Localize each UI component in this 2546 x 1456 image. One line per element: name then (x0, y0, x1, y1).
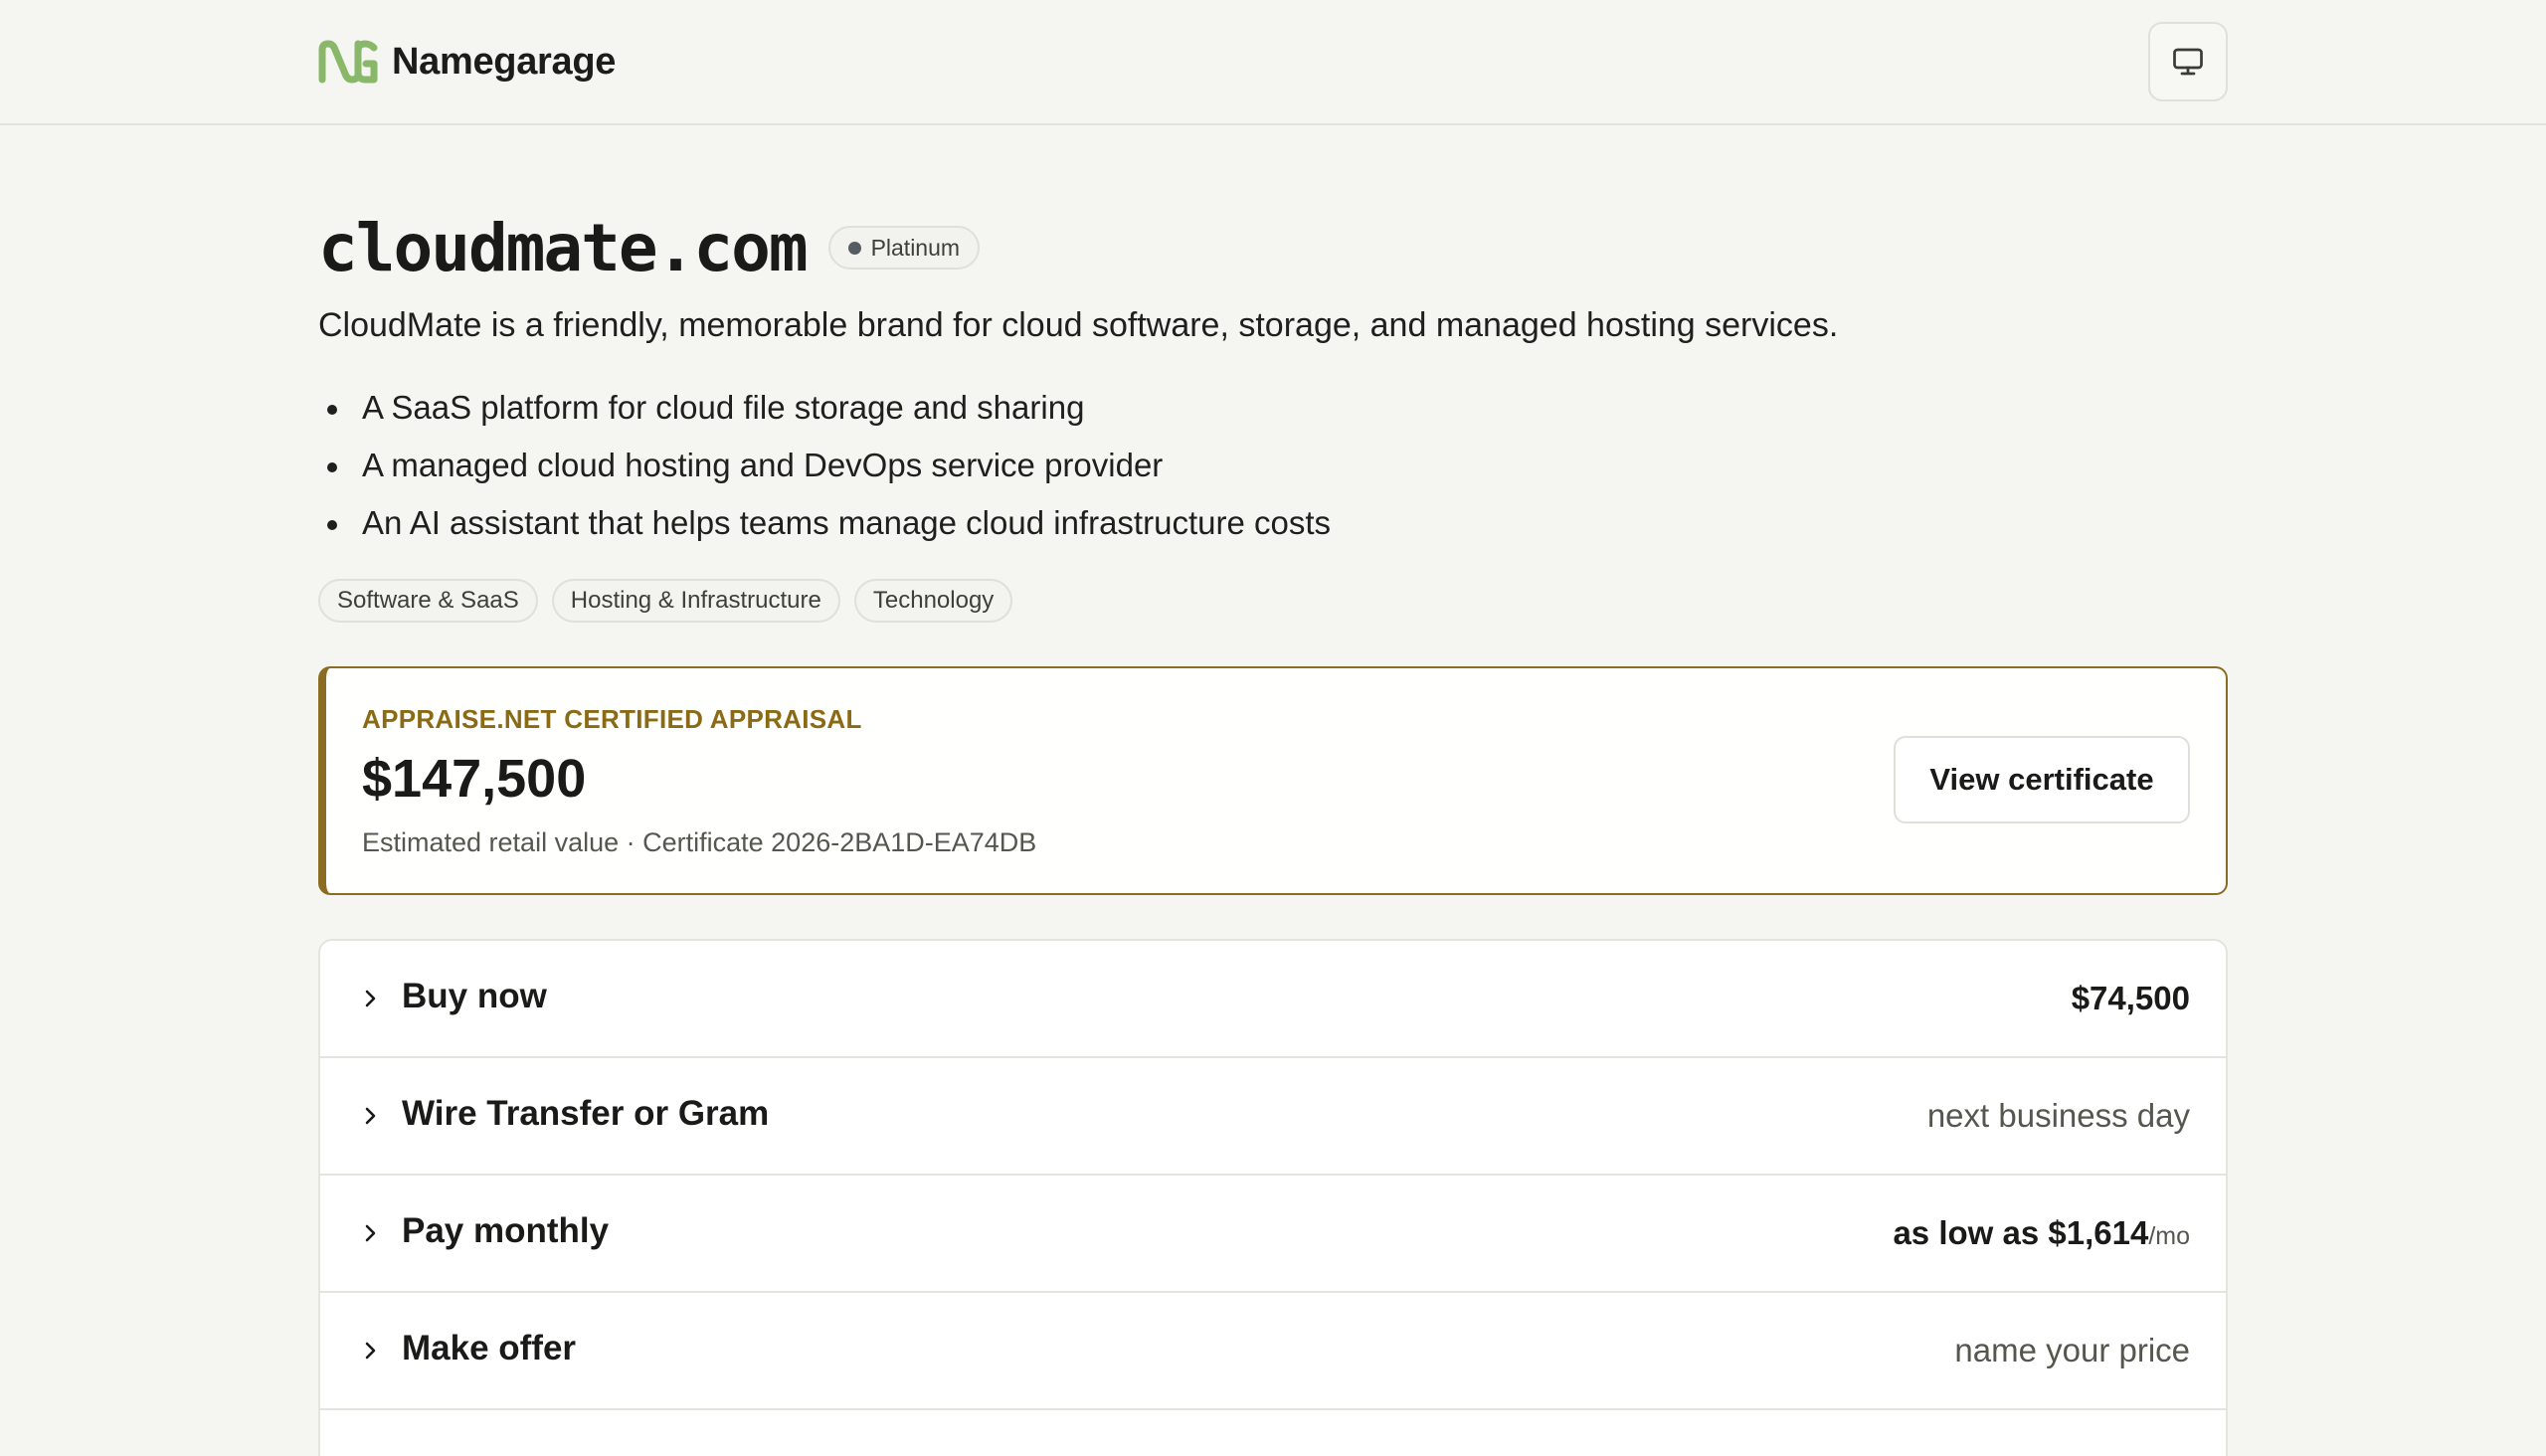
option-value: next business day (1927, 1097, 2190, 1135)
domain-description: CloudMate is a friendly, memorable brand… (318, 306, 1839, 344)
appraisal-label: APPRAISE.NET CERTIFIED APPRAISAL (362, 704, 862, 734)
option-make-offer[interactable]: Make offer name your price (320, 1293, 2226, 1410)
chevron-right-icon (365, 1342, 376, 1360)
option-value-amount: $74,500 (2071, 980, 2190, 1016)
option-buy-now[interactable]: Buy now $74,500 (320, 941, 2226, 1058)
option-value: name your price (1954, 1332, 2190, 1369)
option-value-unit: /mo (2148, 1222, 2190, 1250)
option-value-text: name your price (1954, 1332, 2190, 1368)
use-case-item: An AI assistant that helps teams manage … (318, 494, 1331, 552)
category-tags: Software & SaaS Hosting & Infrastructure… (318, 579, 1013, 623)
option-label: Buy now (402, 977, 547, 1015)
option-wire-transfer[interactable]: Wire Transfer or Gram next business day (320, 1058, 2226, 1176)
appraisal-value: $147,500 (362, 749, 587, 809)
category-tag[interactable]: Hosting & Infrastructure (551, 579, 840, 623)
purchase-options: Buy now $74,500 Wire Transfer or Gram ne… (318, 939, 2228, 1456)
title-row: cloudmate.com Platinum (318, 205, 981, 290)
use-case-item: A SaaS platform for cloud file storage a… (318, 379, 1331, 437)
tier-dot-icon (847, 241, 861, 255)
category-tag[interactable]: Software & SaaS (318, 579, 538, 623)
use-case-list: A SaaS platform for cloud file storage a… (318, 379, 1331, 552)
category-tag[interactable]: Technology (853, 579, 1013, 623)
chevron-right-icon (365, 1107, 376, 1125)
option-value-text: next business day (1926, 1097, 2190, 1134)
view-certificate-button[interactable]: View certificate (1894, 736, 2190, 823)
appraisal-subtext: Estimated retail value · Certificate 202… (362, 827, 1037, 857)
option-value: as low as $1,614/mo (1893, 1214, 2190, 1252)
brand-link[interactable]: Namegarage (318, 40, 616, 84)
option-label: Wire Transfer or Gram (402, 1094, 770, 1133)
option-label: Make offer (402, 1329, 577, 1367)
display-mode-button[interactable] (2148, 22, 2228, 101)
appraisal-card: APPRAISE.NET CERTIFIED APPRAISAL $147,50… (318, 666, 2228, 895)
top-bar: Namegarage (0, 0, 2546, 125)
option-label: Pay monthly (402, 1211, 610, 1250)
use-case-item: A managed cloud hosting and DevOps servi… (318, 437, 1331, 494)
option-value: $74,500 (2072, 980, 2190, 1017)
tier-badge: Platinum (827, 226, 981, 270)
domain-title: cloudmate.com (318, 209, 809, 286)
chevron-right-icon (365, 990, 376, 1007)
ng-logo-icon (318, 40, 378, 84)
monitor-icon (2173, 48, 2203, 76)
tier-label: Platinum (870, 234, 961, 261)
brand-name: Namegarage (392, 40, 617, 83)
option-value-amount: as low as $1,614 (1893, 1214, 2149, 1251)
chevron-right-icon (365, 1224, 376, 1242)
option-pay-monthly[interactable]: Pay monthly as low as $1,614/mo (320, 1176, 2226, 1293)
